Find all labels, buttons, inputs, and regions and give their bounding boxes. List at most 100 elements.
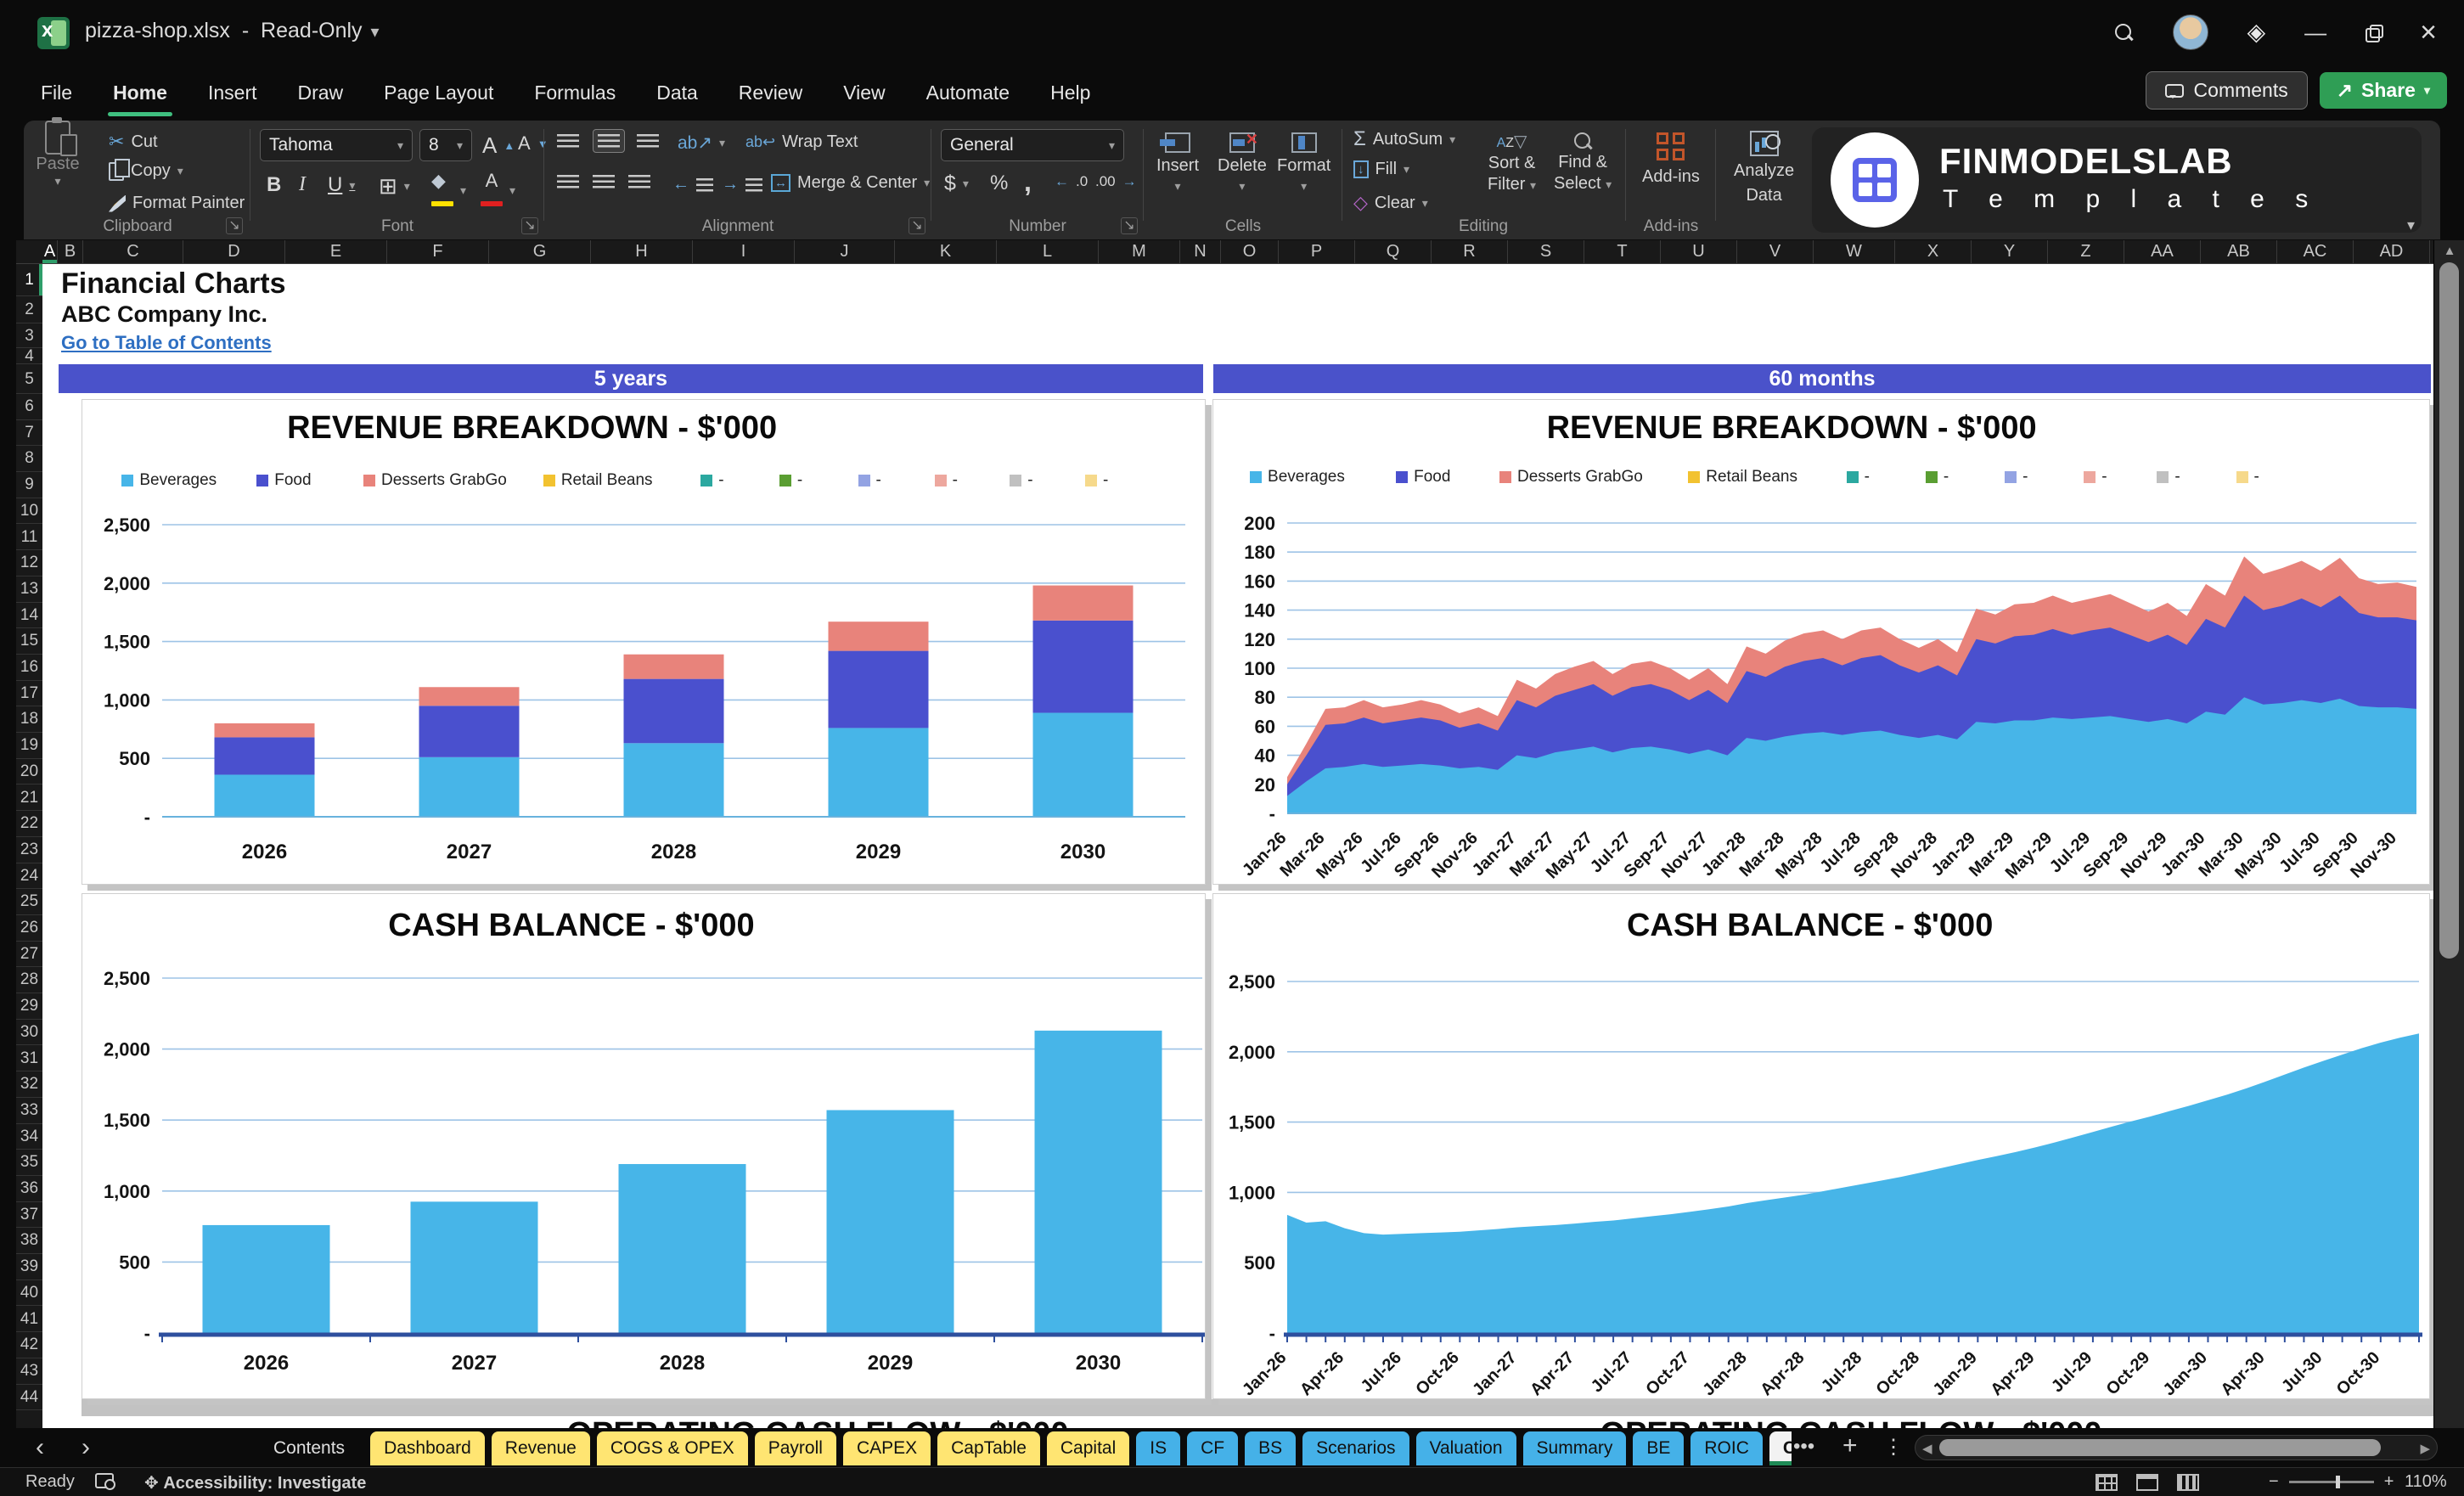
column-header-D[interactable]: D — [183, 240, 285, 263]
zoom-level[interactable]: 110% — [2405, 1472, 2447, 1492]
underline-button[interactable]: U ▾ — [328, 173, 355, 197]
align-left-button[interactable] — [557, 175, 579, 188]
column-header-AB[interactable]: AB — [2201, 240, 2277, 263]
column-header-M[interactable]: M — [1099, 240, 1180, 263]
delete-cells-button[interactable]: ✕ Delete ▾ — [1218, 131, 1267, 194]
close-button[interactable]: × — [2420, 18, 2437, 47]
sheet-tab-contents[interactable]: Contents — [255, 1431, 363, 1465]
share-button[interactable]: ↗ Share ▾ — [2319, 72, 2447, 109]
scroll-left-icon[interactable]: ◀ — [1922, 1441, 1932, 1456]
addins-button[interactable]: Add-ins — [1642, 132, 1700, 187]
column-header-T[interactable]: T — [1584, 240, 1661, 263]
format-painter-button[interactable]: Format Painter — [109, 194, 245, 213]
row-header-27[interactable]: 27 — [16, 942, 42, 968]
column-header-F[interactable]: F — [387, 240, 489, 263]
column-header-U[interactable]: U — [1661, 240, 1737, 263]
menu-tab-view[interactable]: View — [841, 76, 886, 110]
sort-filter-button[interactable]: AZ▽ Sort & Filter ▾ — [1488, 131, 1536, 194]
column-header-E[interactable]: E — [285, 240, 387, 263]
comments-button[interactable]: Comments — [2145, 71, 2308, 110]
menu-tab-formulas[interactable]: Formulas — [532, 76, 617, 110]
sheet-tab-scenarios[interactable]: Scenarios — [1302, 1431, 1409, 1465]
column-header-H[interactable]: H — [591, 240, 693, 263]
column-header-Z[interactable]: Z — [2048, 240, 2124, 263]
row-header-11[interactable]: 11 — [16, 525, 42, 551]
column-header-X[interactable]: X — [1895, 240, 1972, 263]
row-header-12[interactable]: 12 — [16, 550, 42, 576]
zoom-control[interactable]: − + — [2269, 1472, 2394, 1492]
autosum-button[interactable]: Σ AutoSum ▾ — [1353, 127, 1455, 151]
analyze-data-button[interactable]: Analyze Data — [1734, 131, 1794, 205]
row-header-25[interactable]: 25 — [16, 889, 42, 915]
row-header-14[interactable]: 14 — [16, 603, 42, 629]
sheet-tab-valuation[interactable]: Valuation — [1415, 1431, 1516, 1465]
column-header-S[interactable]: S — [1508, 240, 1584, 263]
row-header-43[interactable]: 43 — [16, 1358, 42, 1385]
accessibility-status[interactable]: ✥ Accessibility: Investigate — [144, 1472, 366, 1493]
row-header-6[interactable]: 6 — [16, 394, 42, 420]
align-top-button[interactable] — [557, 134, 579, 148]
sheet-tab-payroll[interactable]: Payroll — [754, 1431, 836, 1465]
column-header-C[interactable]: C — [83, 240, 183, 263]
row-header-17[interactable]: 17 — [16, 681, 42, 707]
sheet-tab-is[interactable]: IS — [1136, 1431, 1181, 1465]
menu-tab-draw[interactable]: Draw — [296, 76, 346, 110]
page-layout-view-button[interactable] — [2136, 1474, 2158, 1491]
collapse-ribbon-icon[interactable]: ▾ — [2407, 217, 2415, 234]
number-dialog-launcher[interactable]: ↘ — [1121, 217, 1138, 234]
row-header-24[interactable]: 24 — [16, 863, 42, 890]
row-header-1[interactable]: 1 — [16, 264, 42, 296]
column-header-V[interactable]: V — [1737, 240, 1814, 263]
row-header-31[interactable]: 31 — [16, 1046, 42, 1072]
row-header-35[interactable]: 35 — [16, 1150, 42, 1176]
next-sheet-icon[interactable]: › — [82, 1433, 90, 1462]
page-break-view-button[interactable] — [2177, 1474, 2199, 1491]
clipboard-dialog-launcher[interactable]: ↘ — [226, 217, 243, 234]
row-header-37[interactable]: 37 — [16, 1202, 42, 1229]
sheet-tab-cf[interactable]: CF — [1187, 1431, 1239, 1465]
horizontal-scrollbar[interactable]: ◀ ▶ — [1915, 1435, 2438, 1460]
menu-tab-help[interactable]: Help — [1049, 76, 1092, 110]
row-header-26[interactable]: 26 — [16, 915, 42, 942]
format-cells-button[interactable]: Format ▾ — [1277, 132, 1330, 194]
find-select-button[interactable]: Find & Select ▾ — [1554, 131, 1612, 194]
column-header-AC[interactable]: AC — [2277, 240, 2354, 263]
row-header-16[interactable]: 16 — [16, 655, 42, 681]
align-middle-button[interactable] — [593, 129, 625, 153]
font-size-select[interactable]: 8 ▾ — [419, 129, 472, 161]
accounting-format-button[interactable]: $ ▾ — [944, 172, 969, 196]
row-header-30[interactable]: 30 — [16, 1020, 42, 1046]
horizontal-scroll-thumb[interactable] — [1939, 1439, 2381, 1456]
row-header-20[interactable]: 20 — [16, 759, 42, 785]
row-header-29[interactable]: 29 — [16, 993, 42, 1020]
align-bottom-button[interactable] — [637, 134, 659, 148]
row-header-36[interactable]: 36 — [16, 1176, 42, 1202]
sheet-tab-capital[interactable]: Capital — [1046, 1431, 1130, 1465]
menu-tab-automate[interactable]: Automate — [925, 76, 1011, 110]
document-title[interactable]: pizza-shop.xlsx - Read-Only ▾ — [85, 19, 380, 43]
row-header-5[interactable]: 5 — [16, 364, 42, 394]
bold-button[interactable]: B — [267, 173, 281, 197]
row-header-7[interactable]: 7 — [16, 420, 42, 447]
scroll-up-icon[interactable]: ▲ — [2434, 244, 2464, 258]
cash-balance-60m-chart[interactable]: CASH BALANCE - $'000 - 500 1,000 1,500 2,000 2… — [1212, 893, 2430, 1399]
column-header-AD[interactable]: AD — [2354, 240, 2430, 263]
row-header-23[interactable]: 23 — [16, 837, 42, 863]
row-header-9[interactable]: 9 — [16, 472, 42, 498]
row-header-28[interactable]: 28 — [16, 967, 42, 994]
alignment-dialog-launcher[interactable]: ↘ — [909, 217, 925, 234]
column-header-Q[interactable]: Q — [1355, 240, 1432, 263]
row-header-41[interactable]: 41 — [16, 1307, 42, 1333]
row-header-3[interactable]: 3 — [16, 323, 42, 348]
restore-button[interactable] — [2366, 25, 2384, 42]
sheet-tab-bs[interactable]: BS — [1245, 1431, 1297, 1465]
scroll-right-icon[interactable]: ▶ — [2420, 1441, 2430, 1456]
row-header-32[interactable]: 32 — [16, 1071, 42, 1098]
sheet-tab-dashboard[interactable]: Dashboard — [370, 1431, 485, 1465]
premium-diamond-icon[interactable]: ◈ — [2247, 20, 2266, 44]
sheet-tab-cogs-opex[interactable]: COGS & OPEX — [596, 1431, 748, 1465]
row-header-2[interactable]: 2 — [16, 296, 42, 323]
row-header-10[interactable]: 10 — [16, 498, 42, 525]
sheet-menu-button[interactable]: ⋮ — [1883, 1435, 1904, 1459]
avatar[interactable] — [2172, 14, 2208, 50]
